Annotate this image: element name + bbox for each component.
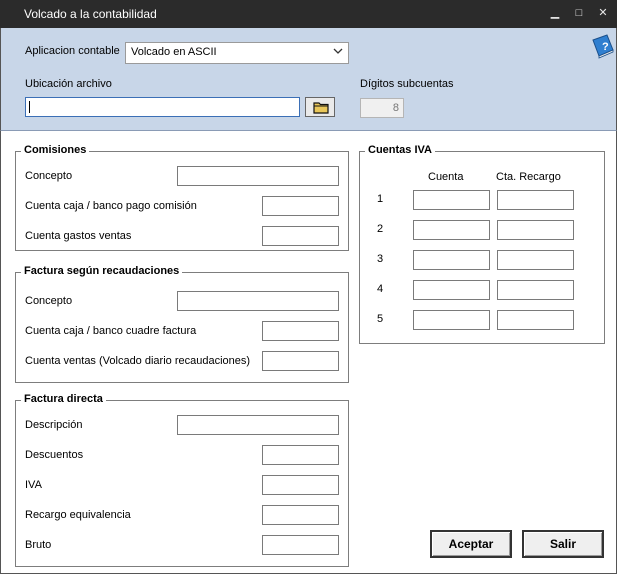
minimize-icon[interactable]: ▁ xyxy=(548,6,562,20)
maximize-icon[interactable]: □ xyxy=(572,6,586,20)
iva-row-number: 2 xyxy=(377,223,384,235)
digitos-subcuentas-label: Dígitos subcuentas xyxy=(360,78,454,90)
comisiones-caja-label: Cuenta caja / banco pago comisión xyxy=(25,200,197,212)
iva-row-number: 3 xyxy=(377,253,384,265)
comisiones-concepto-label: Concepto xyxy=(25,170,73,182)
iva-recargo-input[interactable] xyxy=(497,280,574,300)
comisiones-concepto-input[interactable] xyxy=(177,166,339,186)
cuenta-column-header: Cuenta xyxy=(428,171,464,183)
recaudaciones-ventas-label: Cuenta ventas (Volcado diario recaudacio… xyxy=(25,355,251,367)
iva-cuenta-input[interactable] xyxy=(413,250,490,270)
iva-cuenta-input[interactable] xyxy=(413,310,490,330)
descuentos-input[interactable] xyxy=(262,445,339,465)
folder-icon xyxy=(313,102,329,114)
factura-recaudaciones-group: Factura según recaudaciones Concepto Cue… xyxy=(15,265,349,383)
descripcion-input[interactable] xyxy=(177,415,339,435)
recaudaciones-concepto-label: Concepto xyxy=(25,295,73,307)
help-book-icon[interactable]: ? xyxy=(590,33,616,59)
iva-row-number: 5 xyxy=(377,313,384,325)
aplicacion-contable-value: Volcado en ASCII xyxy=(131,46,217,58)
comisiones-gastos-label: Cuenta gastos ventas xyxy=(25,230,132,242)
comisiones-group: Comisiones Concepto Cuenta caja / banco … xyxy=(15,144,349,251)
cuentas-iva-group: Cuentas IVA Cuenta Cta. Recargo 1 2 3 4 … xyxy=(359,144,605,344)
iva-recargo-input[interactable] xyxy=(497,310,574,330)
browse-folder-button[interactable] xyxy=(305,97,335,117)
aplicacion-contable-label: Aplicacion contable xyxy=(25,45,120,57)
aceptar-button[interactable]: Aceptar xyxy=(430,530,512,558)
iva-cuenta-input[interactable] xyxy=(413,220,490,240)
recaudaciones-caja-input[interactable] xyxy=(262,321,339,341)
digitos-subcuentas-field: 8 xyxy=(360,98,404,118)
factura-directa-title: Factura directa xyxy=(21,393,106,405)
text-cursor xyxy=(29,101,30,113)
window-titlebar: Volcado a la contabilidad ▁ □ ✕ xyxy=(0,0,617,28)
iva-row-number: 4 xyxy=(377,283,384,295)
iva-recargo-input[interactable] xyxy=(497,220,574,240)
descripcion-label: Descripción xyxy=(25,419,83,431)
close-icon[interactable]: ✕ xyxy=(596,6,610,20)
ubicacion-archivo-input[interactable] xyxy=(25,97,300,117)
comisiones-caja-input[interactable] xyxy=(262,196,339,216)
salir-button[interactable]: Salir xyxy=(522,530,604,558)
ubicacion-archivo-label: Ubicación archivo xyxy=(25,78,112,90)
bruto-input[interactable] xyxy=(262,535,339,555)
chevron-down-icon xyxy=(333,48,343,54)
cta-recargo-column-header: Cta. Recargo xyxy=(496,171,561,183)
iva-input[interactable] xyxy=(262,475,339,495)
recargo-equivalencia-label: Recargo equivalencia xyxy=(25,509,131,521)
iva-recargo-input[interactable] xyxy=(497,250,574,270)
svg-text:?: ? xyxy=(602,41,609,53)
recaudaciones-ventas-input[interactable] xyxy=(262,351,339,371)
iva-cuenta-input[interactable] xyxy=(413,190,490,210)
iva-label: IVA xyxy=(25,479,42,491)
comisiones-title: Comisiones xyxy=(21,144,90,156)
aplicacion-contable-select[interactable]: Volcado en ASCII xyxy=(125,42,349,64)
factura-directa-group: Factura directa Descripción Descuentos I… xyxy=(15,393,349,567)
bruto-label: Bruto xyxy=(25,539,52,551)
recaudaciones-caja-label: Cuenta caja / banco cuadre factura xyxy=(25,325,197,337)
recargo-equivalencia-input[interactable] xyxy=(262,505,339,525)
cuentas-iva-title: Cuentas IVA xyxy=(365,144,435,156)
descuentos-label: Descuentos xyxy=(25,449,84,461)
iva-row-number: 1 xyxy=(377,193,384,205)
factura-recaudaciones-title: Factura según recaudaciones xyxy=(21,265,183,277)
main-panel: Comisiones Concepto Cuenta caja / banco … xyxy=(0,131,617,574)
comisiones-gastos-input[interactable] xyxy=(262,226,339,246)
header-panel: Aplicacion contable Volcado en ASCII ? U… xyxy=(0,28,617,131)
recaudaciones-concepto-input[interactable] xyxy=(177,291,339,311)
iva-recargo-input[interactable] xyxy=(497,190,574,210)
window-title: Volcado a la contabilidad xyxy=(24,7,157,21)
iva-cuenta-input[interactable] xyxy=(413,280,490,300)
